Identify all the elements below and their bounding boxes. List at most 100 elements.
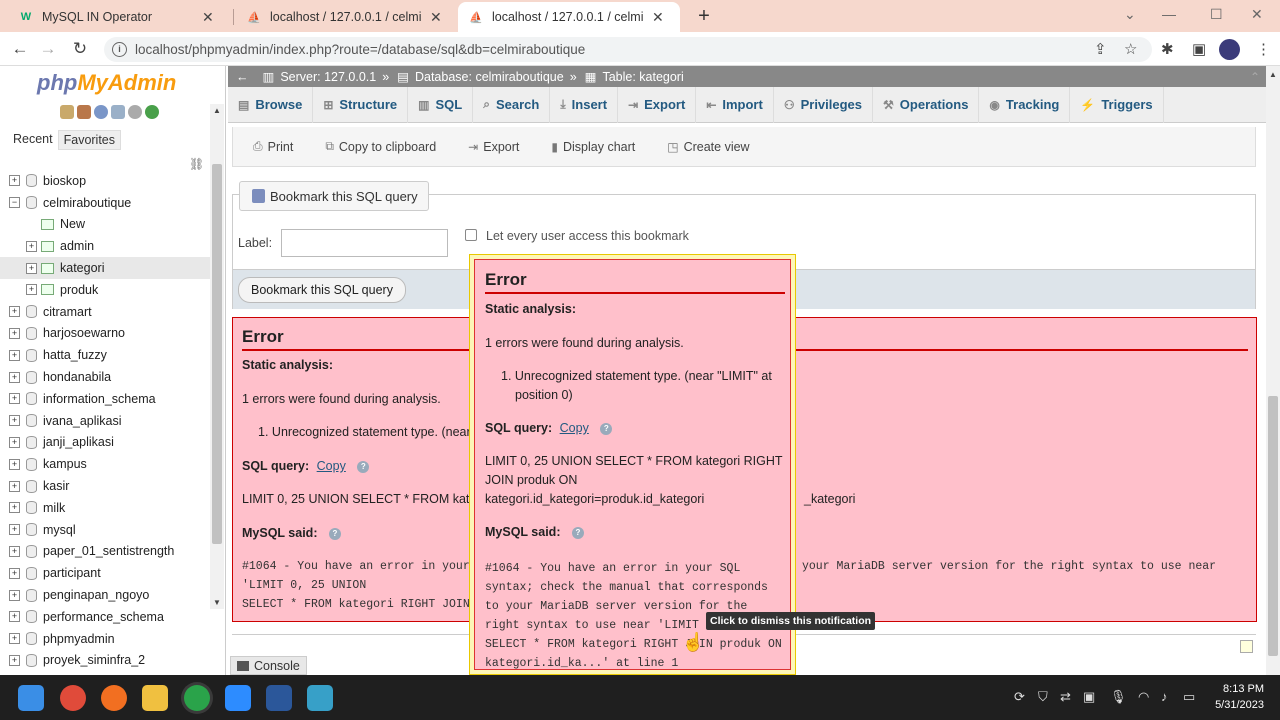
collapse-nav-icon[interactable]: ← bbox=[236, 70, 249, 84]
browser-tab-1[interactable]: W MySQL IN Operator ✕ bbox=[8, 2, 232, 32]
volume-icon[interactable]: ♪ bbox=[1161, 689, 1168, 704]
phpmyadmin-logo[interactable]: phpMyAdmin bbox=[37, 70, 176, 96]
home-icon[interactable] bbox=[60, 105, 74, 119]
tree-item-label[interactable]: performance_schema bbox=[43, 610, 164, 624]
extensions-icon[interactable]: ✱ bbox=[1161, 40, 1174, 58]
tray-shield-icon[interactable]: ⛉ bbox=[1038, 689, 1048, 705]
database-item[interactable]: + phpmyadmin bbox=[0, 628, 210, 650]
zoom-icon[interactable] bbox=[225, 685, 251, 711]
word-icon[interactable] bbox=[266, 685, 292, 711]
tree-item-label[interactable]: participant bbox=[43, 566, 101, 580]
database-item[interactable]: + participant bbox=[0, 562, 210, 584]
tab-sql[interactable]: ▥ SQL bbox=[408, 86, 474, 123]
back-icon[interactable]: ← bbox=[10, 39, 30, 59]
database-item[interactable]: + citramart bbox=[0, 301, 210, 323]
tree-item-label[interactable]: paper_01_sentistrength bbox=[43, 544, 174, 558]
breadcrumb-table[interactable]: Table: kategori bbox=[602, 70, 683, 84]
tree-item-label[interactable]: hatta_fuzzy bbox=[43, 348, 107, 362]
tree-item-label[interactable]: phpmyadmin bbox=[43, 632, 115, 646]
expand-icon[interactable]: + bbox=[9, 327, 20, 339]
site-info-icon[interactable]: i bbox=[112, 42, 127, 57]
tab-triggers[interactable]: ⚡ Triggers bbox=[1070, 86, 1164, 123]
close-tab-icon[interactable]: ✕ bbox=[430, 9, 442, 26]
reload-icon[interactable]: ↻ bbox=[70, 39, 90, 59]
tree-item-label[interactable]: milk bbox=[43, 501, 65, 515]
file-explorer-icon[interactable] bbox=[142, 685, 168, 711]
database-item[interactable]: + harjosoewarno bbox=[0, 323, 210, 345]
database-item[interactable]: + hatta_fuzzy bbox=[0, 344, 210, 366]
console-toggle[interactable]: Console bbox=[230, 656, 307, 675]
database-item[interactable]: + mysql bbox=[0, 519, 210, 541]
expand-icon[interactable]: + bbox=[9, 633, 20, 645]
database-item[interactable]: + kampus bbox=[0, 453, 210, 475]
database-item[interactable]: + paper_01_sentistrength bbox=[0, 541, 210, 563]
sidepanel-icon[interactable]: ▣ bbox=[1192, 40, 1206, 58]
database-item[interactable]: + milk bbox=[0, 497, 210, 519]
database-item[interactable]: − celmiraboutique bbox=[0, 192, 210, 214]
expand-icon[interactable]: + bbox=[9, 524, 20, 536]
tree-item-label[interactable]: harjosoewarno bbox=[43, 326, 125, 340]
url-field[interactable]: i localhost/phpmyadmin/index.php?route=/… bbox=[104, 37, 1152, 62]
bookmark-label-input[interactable] bbox=[281, 229, 448, 257]
main-scrollbar-thumb[interactable] bbox=[1268, 396, 1278, 656]
copy-to-clipboard-link[interactable]: ⧉ Copy to clipboard bbox=[325, 139, 436, 154]
tab-export[interactable]: ⇥ Export bbox=[618, 86, 697, 123]
tab-recent[interactable]: Recent bbox=[8, 130, 58, 150]
docs-icon[interactable] bbox=[111, 105, 125, 119]
expand-icon[interactable]: + bbox=[9, 458, 20, 470]
tray-network-icon[interactable]: ⇄ bbox=[1060, 689, 1071, 705]
nav-scrollbar[interactable]: ▲ ▼ bbox=[210, 104, 224, 609]
expand-icon[interactable]: + bbox=[9, 349, 20, 361]
database-item[interactable]: + janji_aplikasi bbox=[0, 432, 210, 454]
expand-icon[interactable]: + bbox=[9, 415, 20, 427]
notif-copy-link[interactable]: Copy bbox=[560, 421, 589, 435]
database-item[interactable]: + hondanabila bbox=[0, 366, 210, 388]
tab-operations[interactable]: ⚒ Operations bbox=[873, 86, 980, 123]
main-scrollbar[interactable]: ▲ bbox=[1266, 66, 1280, 675]
battery-icon[interactable]: ▭ bbox=[1183, 689, 1195, 705]
expand-icon[interactable]: + bbox=[9, 480, 20, 492]
tree-item-label[interactable]: mysql bbox=[43, 523, 76, 537]
tree-item-label[interactable]: citramart bbox=[43, 305, 92, 319]
database-item[interactable]: + bioskop bbox=[0, 170, 210, 192]
bookmark-star-icon[interactable]: ☆ bbox=[1124, 40, 1137, 58]
close-tab-icon[interactable]: ✕ bbox=[652, 9, 664, 26]
bookmark-submit-button[interactable]: Bookmark this SQL query bbox=[238, 277, 406, 303]
tree-item-label[interactable]: kasir bbox=[43, 479, 69, 493]
expand-icon[interactable]: + bbox=[9, 436, 20, 448]
tree-item-label[interactable]: New bbox=[60, 217, 85, 231]
tree-item-label[interactable]: kategori bbox=[60, 261, 104, 275]
display-chart-link[interactable]: ▮ Display chart bbox=[551, 140, 635, 154]
tree-item-label[interactable]: kampus bbox=[43, 457, 87, 471]
start-menu-icon[interactable] bbox=[18, 685, 44, 711]
tab-search[interactable]: ⌕ Search bbox=[473, 86, 551, 123]
logout-icon[interactable] bbox=[77, 105, 91, 119]
database-item[interactable]: + performance_schema bbox=[0, 606, 210, 628]
tray-app-icon[interactable]: ▣ bbox=[1083, 689, 1095, 705]
database-item[interactable]: + kasir bbox=[0, 475, 210, 497]
tray-sync-icon[interactable]: ⟳ bbox=[1014, 689, 1025, 705]
tree-item-label[interactable]: admin bbox=[60, 239, 94, 253]
breadcrumb-server[interactable]: Server: 127.0.0.1 bbox=[280, 70, 376, 84]
tree-item-label[interactable]: celmiraboutique bbox=[43, 196, 131, 210]
expand-icon[interactable]: + bbox=[9, 175, 20, 187]
database-item[interactable]: + information_schema bbox=[0, 388, 210, 410]
expand-icon[interactable]: + bbox=[9, 545, 20, 557]
tree-item-label[interactable]: proyek_siminfra_2 bbox=[43, 653, 145, 667]
scroll-up-icon[interactable]: ▲ bbox=[213, 106, 221, 115]
breadcrumb-database[interactable]: Database: celmiraboutique bbox=[415, 70, 564, 84]
nav-scrollbar-thumb[interactable] bbox=[212, 164, 222, 544]
tab-insert[interactable]: ⤓ Insert bbox=[550, 86, 619, 123]
tab-favorites[interactable]: Favorites bbox=[57, 130, 122, 150]
scroll-down-icon[interactable]: ▼ bbox=[213, 598, 221, 607]
collapse-icon[interactable]: − bbox=[9, 197, 20, 209]
new-tab-button[interactable]: + bbox=[692, 4, 716, 28]
link-with-main-icon[interactable]: ⛓ bbox=[189, 157, 204, 171]
share-icon[interactable]: ⇪ bbox=[1094, 40, 1107, 58]
microphone-icon[interactable]: 🎙 bbox=[1110, 689, 1127, 705]
profile-avatar[interactable] bbox=[1219, 39, 1240, 60]
table-item[interactable]: + kategori bbox=[0, 257, 210, 279]
browser-tab-3[interactable]: ⛵ localhost / 127.0.0.1 / celmiraboutiqu… bbox=[458, 2, 680, 32]
expand-icon[interactable]: + bbox=[9, 502, 20, 514]
shared-bookmark-checkbox[interactable] bbox=[465, 229, 477, 241]
